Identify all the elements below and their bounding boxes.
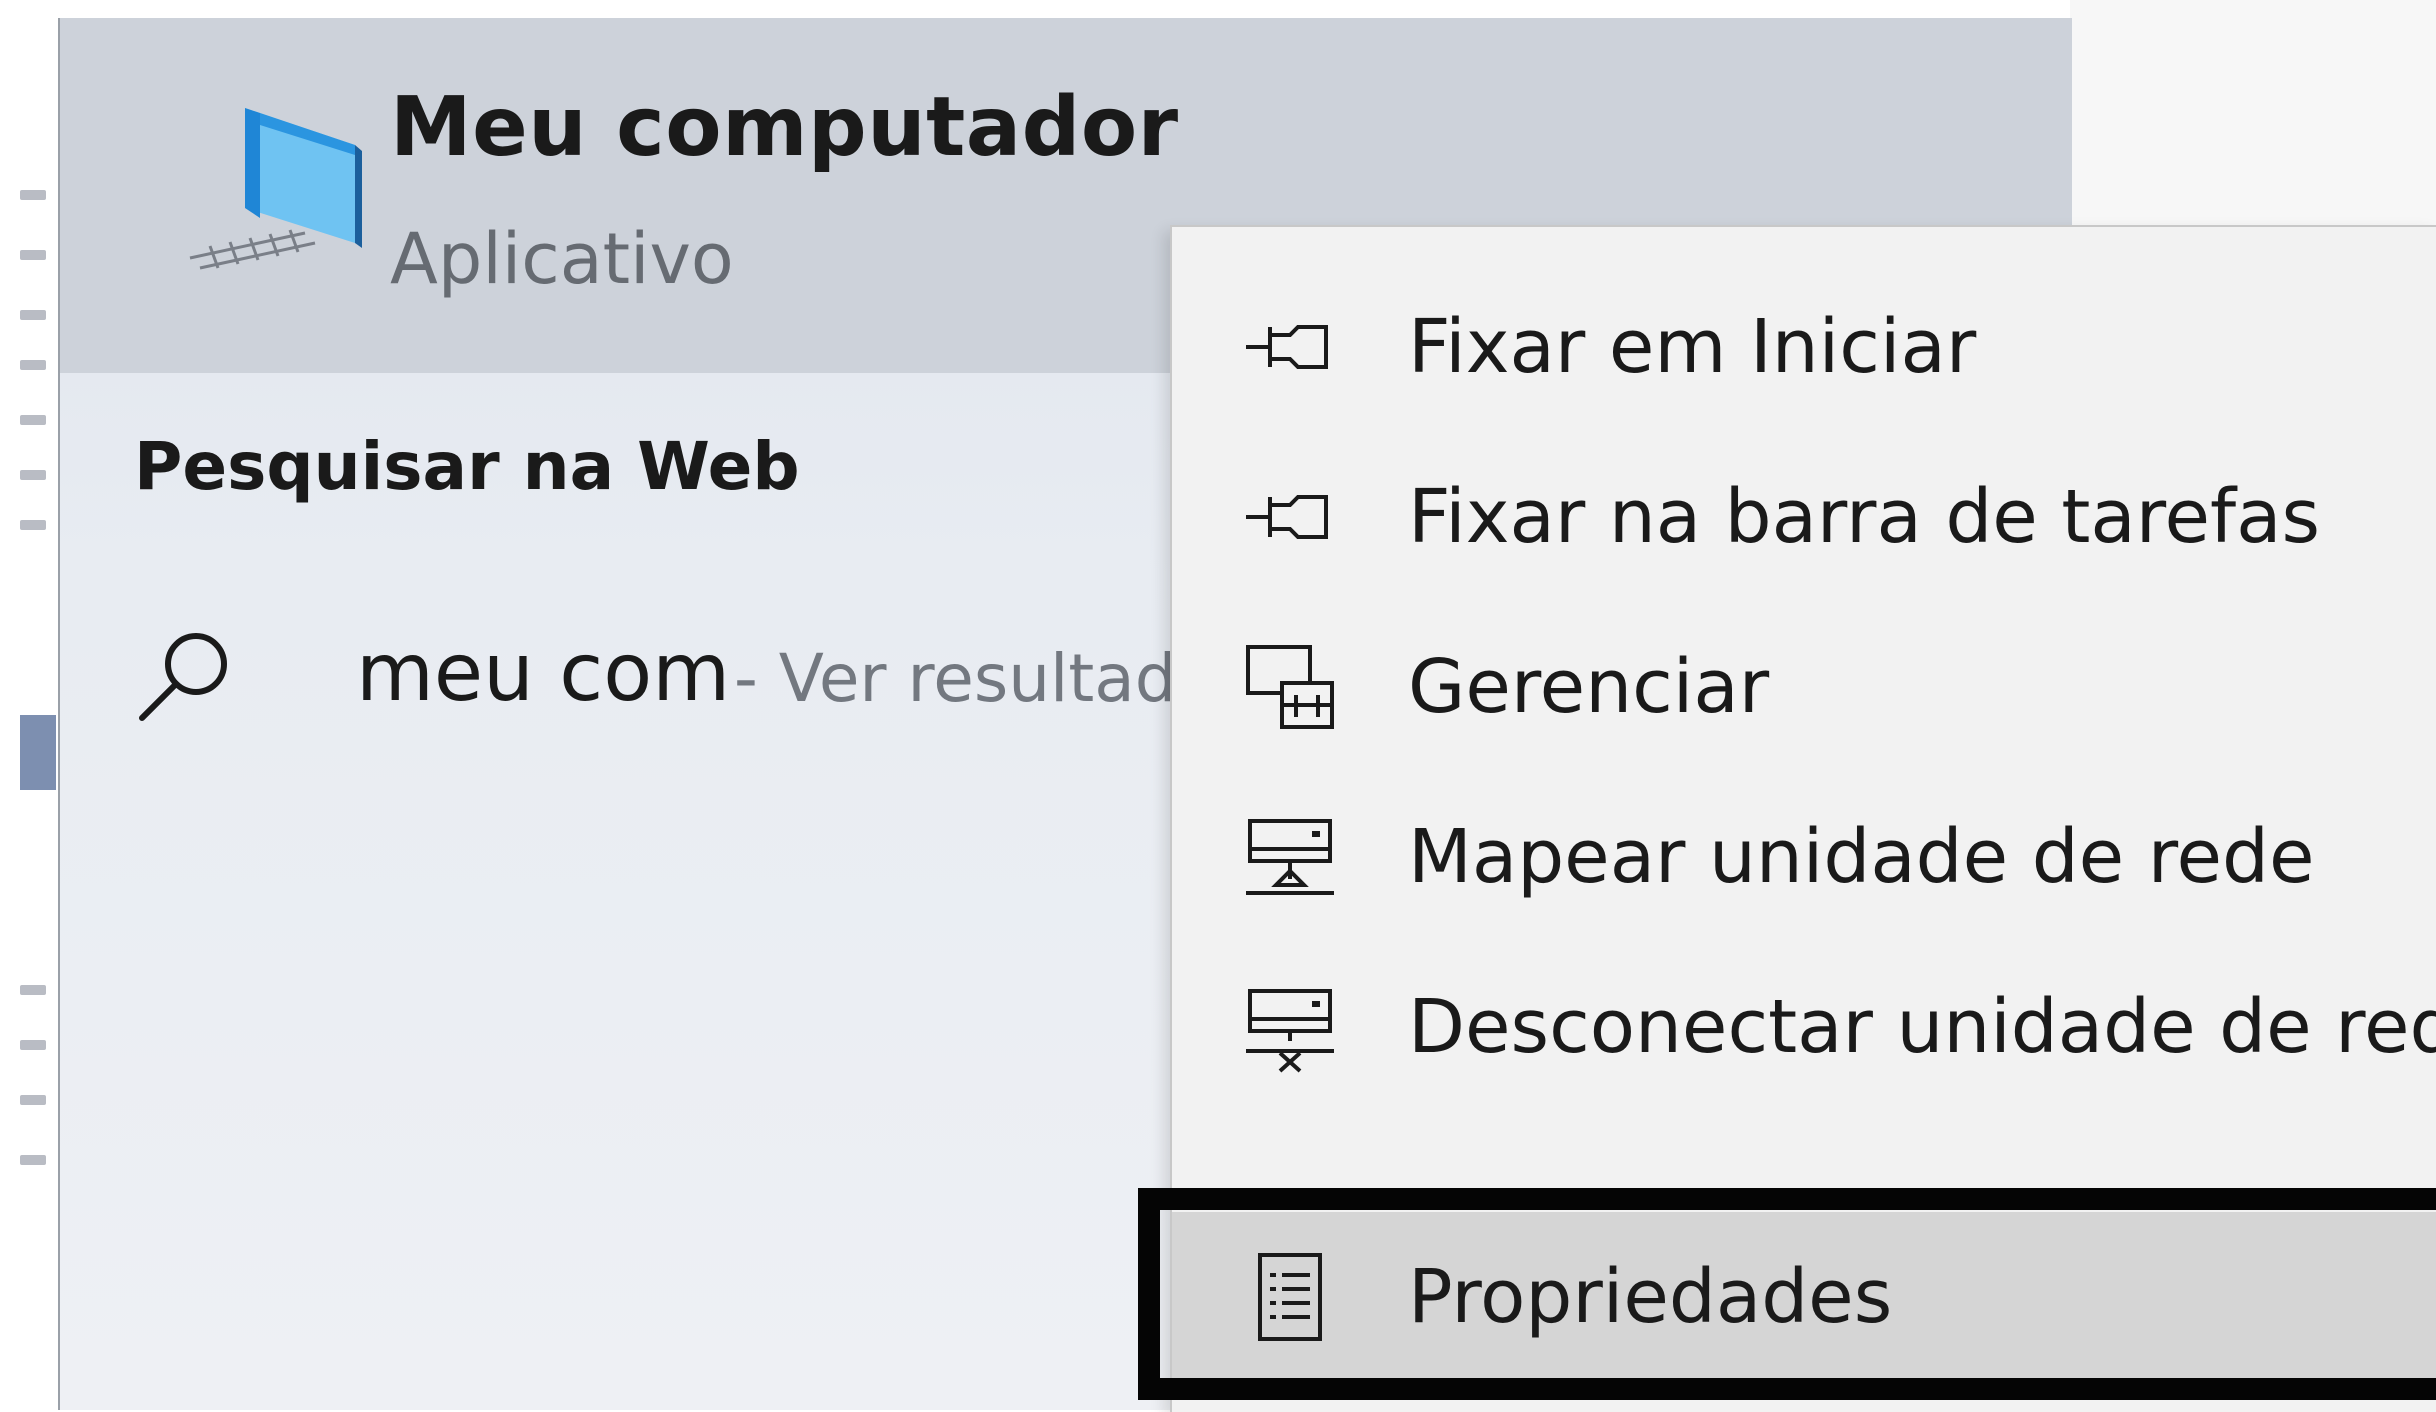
pin-icon: [1246, 325, 1328, 369]
menu-item-label: Gerenciar: [1408, 644, 1770, 730]
background-window-edge: [0, 0, 58, 1410]
menu-item-label: Desconectar unidade de rede: [1408, 984, 2436, 1070]
menu-item-pin-to-taskbar[interactable]: Fixar na barra de tarefas: [1172, 432, 2436, 602]
disconnect-network-drive-icon: [1246, 989, 1334, 1073]
menu-item-label: Fixar na barra de tarefas: [1408, 474, 2320, 560]
menu-item-disconnect-network-drive[interactable]: Desconectar unidade de rede: [1172, 942, 2436, 1112]
background-text-fragment: [20, 1040, 46, 1050]
background-text-fragment: [20, 310, 46, 320]
background-selection-bar: [20, 715, 56, 790]
background-text-fragment: [20, 1095, 46, 1105]
computer-icon: [189, 108, 362, 270]
background-text-fragment: [20, 250, 46, 260]
annotation-highlight-box: [1138, 1188, 2436, 1400]
web-search-result[interactable]: meu com - Ver resultado: [134, 618, 1274, 728]
manage-icon: [1246, 645, 1334, 729]
search-icon: [139, 633, 227, 721]
background-text-fragment: [20, 190, 46, 200]
background-text-fragment: [20, 470, 46, 480]
background-text-fragment: [20, 415, 46, 425]
background-text-fragment: [20, 1155, 46, 1165]
background-text-fragment: [20, 520, 46, 530]
app-type-label: Aplicativo: [390, 218, 734, 300]
pin-icon: [1246, 495, 1328, 539]
menu-item-map-network-drive[interactable]: Mapear unidade de rede: [1172, 772, 2436, 942]
app-title: Meu computador: [390, 80, 1179, 175]
web-search-header: Pesquisar na Web: [134, 428, 800, 505]
menu-item-label: Fixar em Iniciar: [1408, 304, 1977, 390]
background-text-fragment: [20, 985, 46, 995]
see-results-text: - Ver resultado: [734, 640, 1217, 717]
menu-item-label: Mapear unidade de rede: [1408, 814, 2315, 900]
menu-item-pin-to-start[interactable]: Fixar em Iniciar: [1172, 262, 2436, 432]
search-query-text: meu com: [356, 626, 731, 719]
menu-item-manage[interactable]: Gerenciar: [1172, 602, 2436, 772]
map-network-drive-icon: [1246, 819, 1334, 895]
background-text-fragment: [20, 360, 46, 370]
